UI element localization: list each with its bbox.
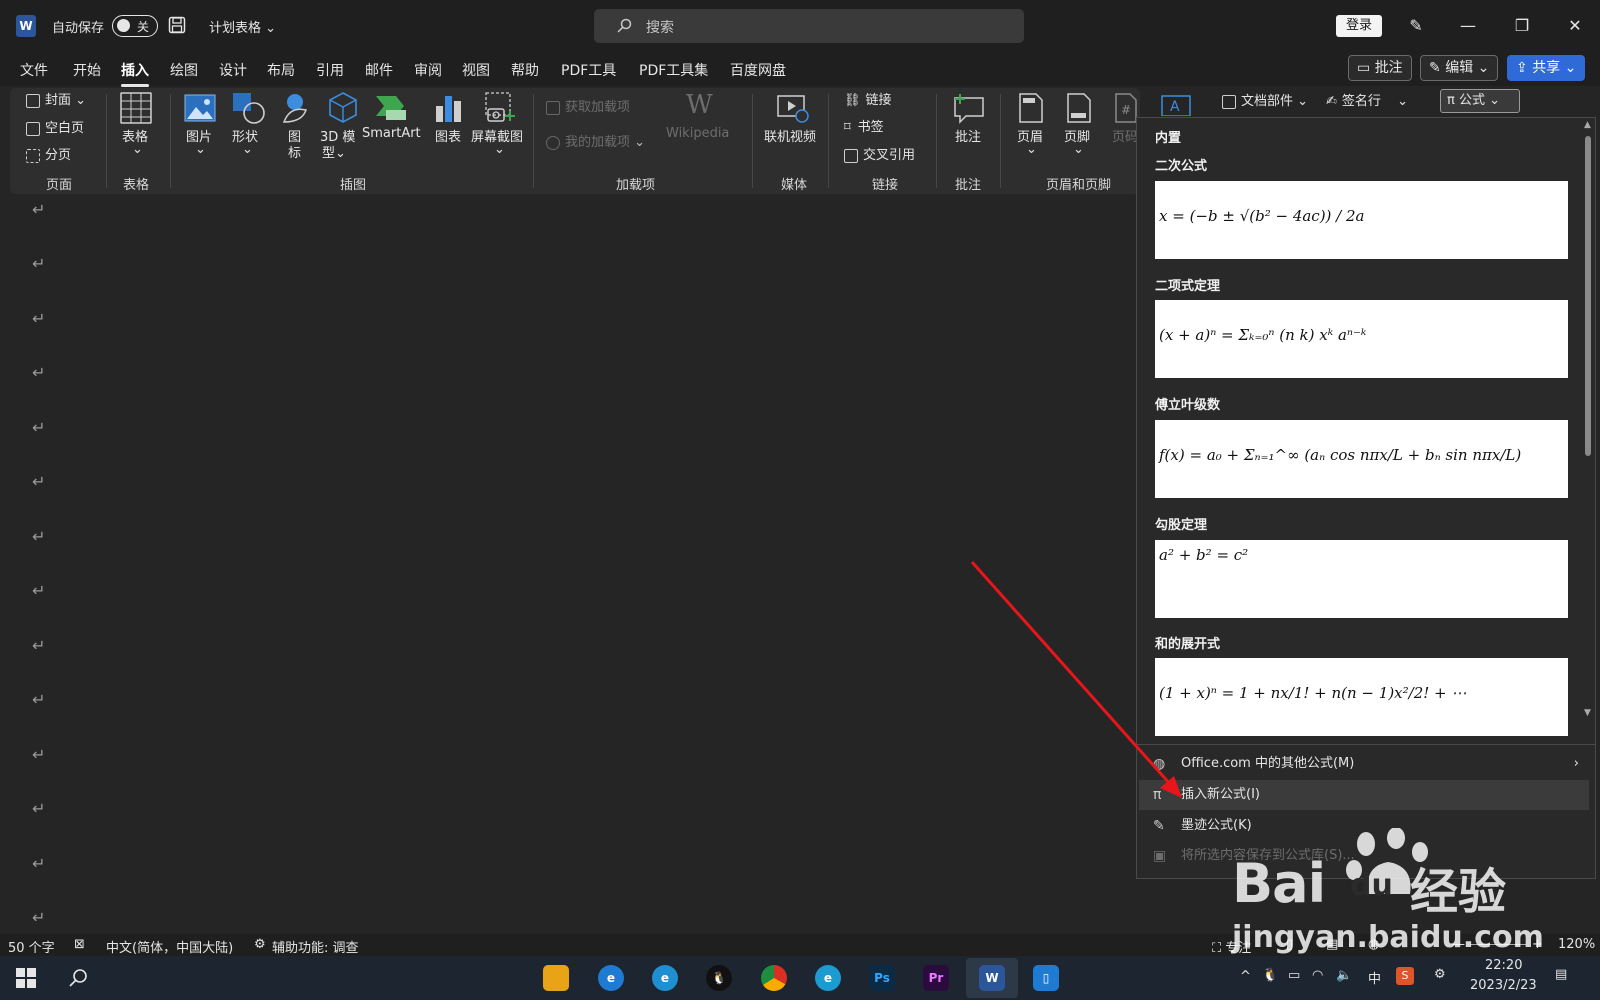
word-taskbar-icon[interactable]: W	[979, 965, 1005, 991]
taskbar: e e 🐧 e Ps Pr W ▯ ^ 🐧 ▭ ◠ 🔈 中 S ⚙ 22:20 …	[0, 956, 1600, 1000]
proofing-icon[interactable]: ⊠	[74, 937, 85, 952]
clock-date[interactable]: 2023/2/23	[1470, 978, 1537, 993]
wifi-icon[interactable]: ◠	[1312, 968, 1323, 983]
windows-start-icon[interactable]	[16, 968, 36, 988]
settings-icon[interactable]: ⚙	[1434, 967, 1446, 982]
focus-icon: ⛶	[1212, 941, 1222, 956]
qq-icon[interactable]: 🐧	[706, 965, 732, 991]
photoshop-icon[interactable]: Ps	[869, 965, 895, 991]
browser-icon[interactable]: e	[598, 965, 624, 991]
accessibility-icon: ⚙	[254, 937, 266, 952]
word-count[interactable]: 50 个字	[8, 937, 55, 956]
qq-tray-icon[interactable]: 🐧	[1262, 968, 1278, 983]
language-status[interactable]: 中文(简体，中国大陆)	[106, 937, 233, 956]
zoom-level[interactable]: 120%	[1558, 937, 1595, 952]
chrome-icon[interactable]	[761, 965, 787, 991]
watermark-brand: Bai	[1232, 852, 1326, 915]
watermark-url: jingyan.baidu.com	[1232, 920, 1544, 955]
battery-icon[interactable]: ▭	[1288, 968, 1300, 983]
clock-time[interactable]: 22:20	[1485, 958, 1522, 973]
edge-icon[interactable]: e	[815, 965, 841, 991]
input-method[interactable]: 中	[1368, 968, 1381, 987]
search-icon[interactable]	[68, 968, 88, 988]
volume-icon[interactable]: 🔈	[1336, 968, 1352, 983]
notifications-icon[interactable]: ▤	[1555, 967, 1567, 982]
chevron-up-icon[interactable]: ^	[1240, 969, 1251, 984]
file-explorer-icon[interactable]	[543, 965, 569, 991]
ie-browser-icon[interactable]: e	[652, 965, 678, 991]
sogou-input-icon[interactable]: S	[1396, 967, 1414, 985]
premiere-icon[interactable]: Pr	[923, 965, 949, 991]
accessibility-status[interactable]: 辅助功能: 调查	[272, 937, 359, 956]
phone-link-icon[interactable]: ▯	[1033, 965, 1059, 991]
watermark-cn: 经验	[1410, 864, 1507, 920]
watermark-brand-du: du	[1350, 868, 1393, 903]
